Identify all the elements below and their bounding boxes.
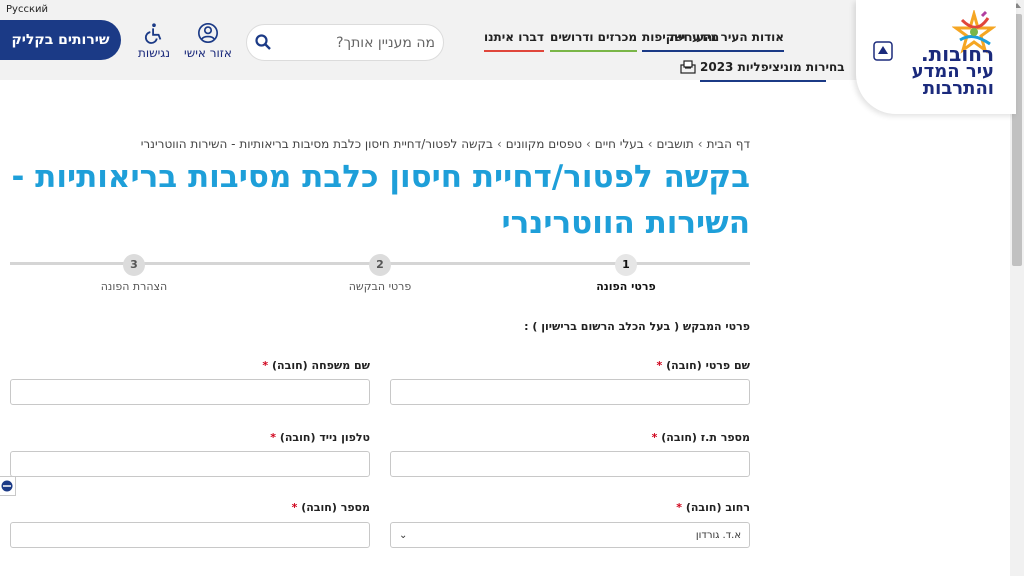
last-name-input[interactable] xyxy=(11,380,369,404)
step-number: 3 xyxy=(123,254,145,276)
required-mark: * xyxy=(291,501,298,514)
language-link[interactable]: Русский xyxy=(6,4,48,15)
last-name-field[interactable] xyxy=(10,379,370,405)
id-number-label-text: מספר ת.ז (חובה) xyxy=(661,431,750,444)
required-mark: * xyxy=(270,431,276,444)
nav-info[interactable]: מידע ושקיפות xyxy=(642,30,720,52)
accessibility-button[interactable]: נגישות xyxy=(134,22,174,60)
required-mark: * xyxy=(262,359,269,372)
mobile-phone-input[interactable] xyxy=(11,452,369,476)
personal-area-label: אזור אישי xyxy=(184,46,232,60)
mobile-phone-label: טלפון נייד (חובה) * xyxy=(267,431,370,444)
breadcrumb-separator: › xyxy=(647,137,653,151)
nav-contact[interactable]: דברו איתנו xyxy=(484,30,544,52)
ballot-box-icon xyxy=(680,60,696,74)
first-name-label: שם פרטי (חובה) * xyxy=(654,359,751,372)
breadcrumb-separator: › xyxy=(496,137,502,151)
step-1: 1 פרטי הפונה xyxy=(566,254,686,293)
street-select[interactable]: א.ד. גורדון ⌄ xyxy=(390,522,750,548)
nav-elections[interactable]: בחירות מוניציפליות 2023 xyxy=(700,60,845,74)
user-icon xyxy=(198,23,218,43)
breadcrumb: דף הבית›תושבים›בעלי חיים›טפסים מקוונים›ב… xyxy=(141,137,750,151)
step-3: 3 הצהרת הפונה xyxy=(74,254,194,293)
search-input[interactable] xyxy=(277,31,435,55)
breadcrumb-separator: › xyxy=(697,137,703,151)
side-widget-icon xyxy=(1,480,13,492)
site-logo[interactable]: רחובות. עיר המדע והתרבות xyxy=(856,0,1016,114)
breadcrumb-residents[interactable]: תושבים xyxy=(657,137,694,151)
mobile-phone-label-text: טלפון נייד (חובה) xyxy=(279,431,370,444)
house-number-label: מספר (חובה) * xyxy=(289,501,370,514)
mobile-phone-field[interactable] xyxy=(10,451,370,477)
breadcrumb-online-forms[interactable]: טפסים מקוונים xyxy=(506,137,582,151)
breadcrumb-separator: › xyxy=(585,137,591,151)
accessibility-label: נגישות xyxy=(137,46,171,60)
first-name-field[interactable] xyxy=(390,379,750,405)
step-label: פרטי הפונה xyxy=(596,280,656,293)
id-number-input[interactable] xyxy=(391,452,749,476)
search-box xyxy=(246,24,444,61)
breadcrumb-home[interactable]: דף הבית xyxy=(707,137,750,151)
applicant-section-label: פרטי המבקש ( בעל הכלב הרשום ברישיון ) : xyxy=(524,320,750,333)
services-button[interactable]: שירותים בקליק xyxy=(0,20,121,60)
chevron-down-icon: ⌄ xyxy=(399,529,408,541)
street-label-text: רחוב (חובה) xyxy=(685,501,750,514)
personal-area-button[interactable]: אזור אישי xyxy=(184,22,232,60)
step-number: 2 xyxy=(369,254,391,276)
house-number-field[interactable] xyxy=(10,522,370,548)
side-widget-tab[interactable] xyxy=(0,476,16,496)
nav-tenders[interactable]: מכרזים ודרושים xyxy=(550,30,638,52)
step-label: הצהרת הפונה xyxy=(100,280,168,293)
step-2: 2 פרטי הבקשה xyxy=(320,254,440,293)
logo-line-3: והתרבות xyxy=(922,78,994,99)
first-name-input[interactable] xyxy=(391,380,749,404)
street-label: רחוב (חובה) * xyxy=(673,501,750,514)
nav-elections-underline xyxy=(700,80,826,82)
street-selected-value: א.ד. גורדון xyxy=(695,529,741,541)
last-name-label-text: שם משפחה (חובה) xyxy=(272,359,370,372)
breadcrumb-current: בקשה לפטור/דחיית חיסון כלבת מסיבות בריאו… xyxy=(140,137,493,151)
required-mark: * xyxy=(676,501,682,514)
required-mark: * xyxy=(656,359,663,372)
search-icon[interactable] xyxy=(255,34,271,50)
first-name-label-text: שם פרטי (חובה) xyxy=(666,359,750,372)
page-title: בקשה לפטור/דחיית חיסון כלבת מסיבות בריאו… xyxy=(11,159,751,241)
house-number-label-text: מספר (חובה) xyxy=(301,501,370,514)
id-number-field[interactable] xyxy=(390,451,750,477)
city-crest-icon xyxy=(873,41,893,61)
house-number-input[interactable] xyxy=(11,523,369,547)
last-name-label: שם משפחה (חובה) * xyxy=(259,359,370,372)
logo-text: רחובות. עיר המדע והתרבות xyxy=(912,44,994,99)
step-number: 1 xyxy=(615,254,637,276)
wheelchair-icon xyxy=(144,23,162,44)
required-mark: * xyxy=(651,431,658,444)
breadcrumb-animals[interactable]: בעלי חיים xyxy=(595,137,644,151)
id-number-label: מספר ת.ז (חובה) * xyxy=(649,431,750,444)
step-label: פרטי הבקשה xyxy=(348,280,412,293)
